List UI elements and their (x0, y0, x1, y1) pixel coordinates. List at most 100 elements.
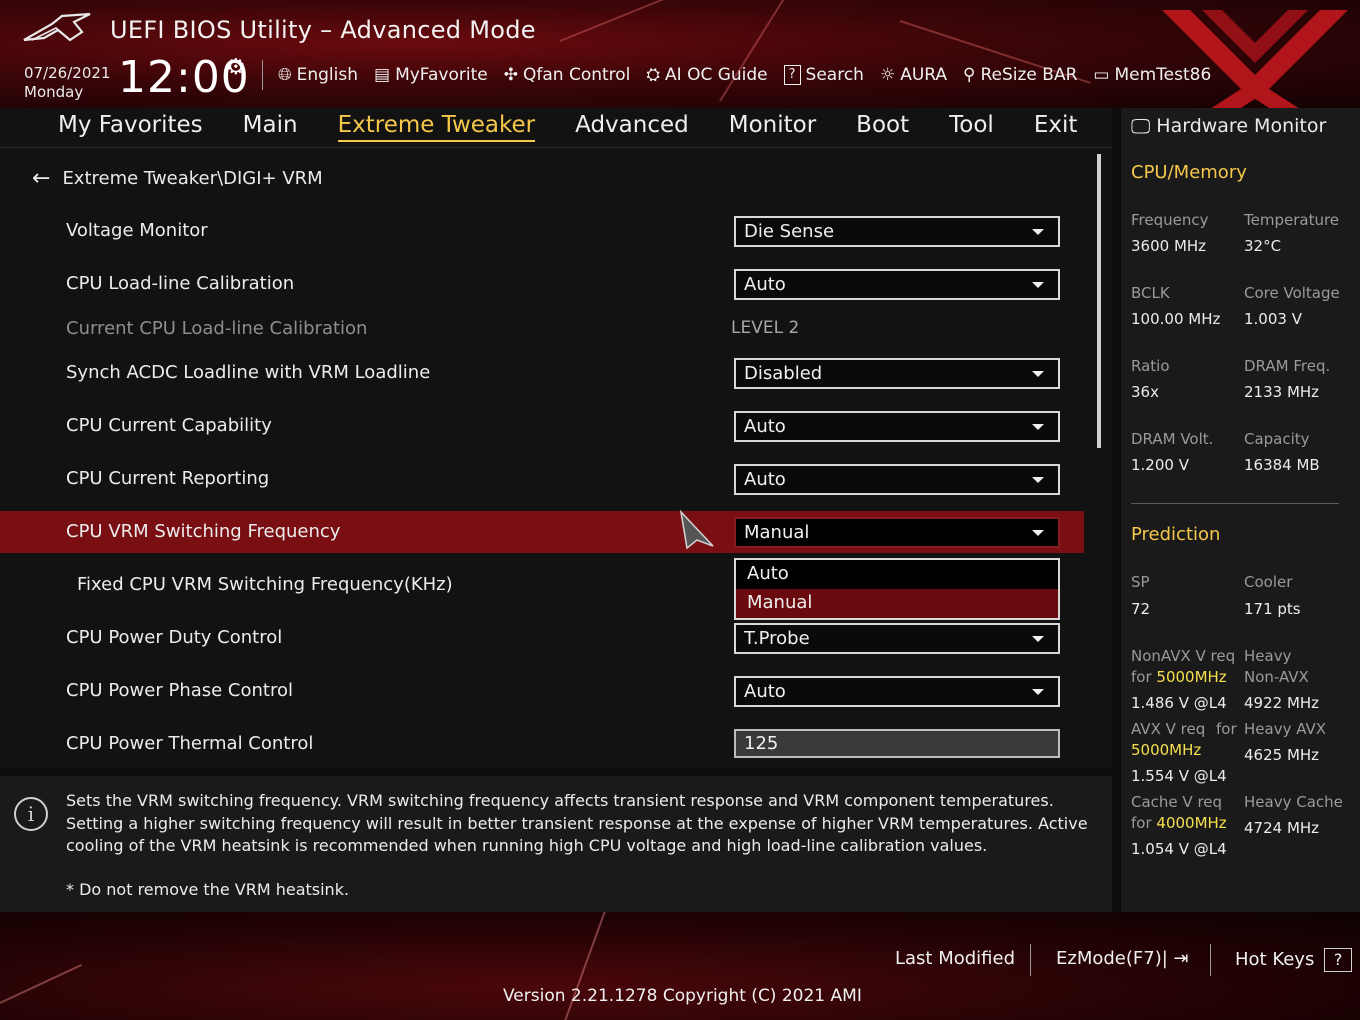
hw-freq-highlight: 5000MHz (1156, 668, 1227, 686)
day-text: Monday (24, 83, 84, 101)
tab-extreme-tweaker[interactable]: Extreme Tweaker (337, 112, 536, 142)
tool-label: MyFavorite (395, 65, 488, 85)
hw-value: 36x (1131, 383, 1159, 401)
date-display[interactable]: 07/26/2021 Monday (24, 64, 110, 102)
footer-bar: Last Modified EzMode(F7)| ⇥ Hot Keys ? V… (0, 912, 1360, 1020)
help-panel: i Sets the VRM switching frequency. VRM … (0, 776, 1112, 912)
caret-down-icon (1032, 371, 1044, 377)
hw-label: BCLK (1131, 284, 1170, 302)
hot-keys-button[interactable]: Hot Keys ? (1235, 948, 1353, 972)
cpu-current-reporting-select[interactable]: Auto (734, 464, 1060, 495)
hw-value: 171 pts (1244, 600, 1301, 618)
select-value: Die Sense (744, 221, 835, 242)
hw-label-for: for (1131, 668, 1152, 686)
info-icon: i (14, 797, 48, 831)
row-cpu-power-phase-control[interactable]: CPU Power Phase Control Auto (0, 670, 1084, 712)
row-voltage-monitor[interactable]: Voltage Monitor Die Sense (0, 210, 1084, 252)
tool-myfavorite[interactable]: ▤ MyFavorite (374, 65, 488, 85)
voltage-monitor-select[interactable]: Die Sense (734, 216, 1060, 247)
tool-label: Qfan Control (522, 65, 631, 85)
tool-ai-oc-guide[interactable]: ⛭ AI OC Guide (646, 65, 767, 85)
gear-icon[interactable]: ⚙ (226, 55, 246, 80)
hw-value: 16384 MB (1244, 456, 1320, 474)
hw-label: Frequency (1131, 211, 1209, 229)
caret-down-icon (1032, 424, 1044, 430)
row-label: CPU Current Capability (66, 415, 272, 436)
row-label: CPU Power Phase Control (66, 680, 293, 701)
tab-my-favorites[interactable]: My Favorites (58, 112, 203, 142)
tab-tool[interactable]: Tool (949, 112, 994, 142)
cpu-power-thermal-control-input[interactable]: 125 (734, 729, 1060, 758)
tab-monitor[interactable]: Monitor (729, 112, 816, 142)
help-note: * Do not remove the VRM heatsink. (66, 880, 350, 899)
hw-label: for (1216, 720, 1237, 738)
tool-label: AURA (900, 65, 948, 85)
row-cpu-power-duty-control[interactable]: CPU Power Duty Control T.Probe (0, 617, 1084, 659)
tool-search[interactable]: ? Search (783, 65, 864, 85)
tool-qfan-control[interactable]: ✣ Qfan Control (504, 65, 631, 85)
globe-icon: 🌐︎ (278, 65, 292, 85)
synch-acdc-select[interactable]: Disabled (734, 358, 1060, 389)
fan-icon: ✣ (503, 65, 518, 85)
tool-label: AI OC Guide (665, 65, 768, 85)
cpu-power-phase-control-select[interactable]: Auto (734, 676, 1060, 707)
tool-aura[interactable]: ☼ AURA (880, 65, 947, 85)
hardware-monitor-header: 🖵︎ Hardware Monitor (1131, 114, 1326, 138)
hw-value: 3600 MHz (1131, 237, 1207, 255)
hw-label: Heavy Cache (1244, 793, 1343, 811)
ai-oc-icon: ⛭ (646, 65, 661, 85)
row-cpu-current-capability[interactable]: CPU Current Capability Auto (0, 405, 1084, 447)
row-cpu-current-reporting[interactable]: CPU Current Reporting Auto (0, 458, 1084, 500)
prediction-section-title: Prediction (1131, 524, 1221, 545)
hardware-monitor-title: Hardware Monitor (1156, 115, 1327, 137)
readonly-value: LEVEL 2 (731, 318, 800, 338)
cpu-power-duty-control-select[interactable]: T.Probe (734, 623, 1060, 654)
resize-bar-icon: ⚲ (963, 65, 976, 85)
breadcrumb[interactable]: ← Extreme Tweaker\DIGI+ VRM (32, 166, 323, 191)
row-current-cpu-llc: Current CPU Load-line Calibration LEVEL … (0, 308, 1084, 350)
ezmode-button[interactable]: EzMode(F7)| ⇥ (1056, 948, 1189, 969)
rog-logo-icon (23, 12, 91, 42)
hw-label: Heavy (1244, 647, 1292, 665)
scrollbar[interactable] (1097, 154, 1101, 448)
tab-exit[interactable]: Exit (1034, 112, 1078, 142)
hw-freq-highlight: 4000MHz (1156, 814, 1227, 832)
hw-value: 100.00 MHz (1131, 310, 1221, 328)
tab-main[interactable]: Main (243, 112, 298, 142)
hw-freq-highlight: 5000MHz (1131, 741, 1202, 759)
hw-label: Cooler (1244, 573, 1293, 591)
aura-icon: ☼ (879, 65, 896, 85)
hw-value: 1.054 V @L4 (1131, 840, 1227, 858)
tab-boot[interactable]: Boot (856, 112, 909, 142)
select-value: Manual (744, 522, 810, 543)
header-bar: UEFI BIOS Utility – Advanced Mode 07/26/… (0, 0, 1360, 108)
back-arrow-icon[interactable]: ← (32, 166, 50, 191)
row-label: Voltage Monitor (66, 220, 208, 241)
dropdown-option-manual[interactable]: Manual (736, 589, 1058, 618)
hw-value: 1.486 V @L4 (1131, 694, 1227, 712)
last-modified-button[interactable]: Last Modified (895, 948, 1015, 969)
hw-label: for 5000MHz (1131, 668, 1227, 686)
page-title: UEFI BIOS Utility – Advanced Mode (110, 16, 536, 44)
date-text: 07/26/2021 (24, 64, 111, 82)
row-synch-acdc[interactable]: Synch ACDC Loadline with VRM Loadline Di… (0, 352, 1084, 394)
hw-value: 32°C (1244, 237, 1282, 255)
caret-down-icon (1032, 229, 1044, 235)
footer-divider (1030, 944, 1031, 976)
select-value: Auto (744, 274, 786, 295)
hw-label: Core Voltage (1244, 284, 1340, 302)
hw-value: 1.003 V (1244, 310, 1302, 328)
tool-english[interactable]: 🌐︎ English (278, 65, 358, 85)
cpu-vrm-switching-frequency-select[interactable]: Manual (734, 517, 1060, 548)
hw-label-for: for (1131, 814, 1152, 832)
dropdown-option-auto[interactable]: Auto (736, 560, 1058, 589)
hw-label: Non-AVX (1244, 668, 1309, 686)
row-cpu-vrm-switching-frequency[interactable]: CPU VRM Switching Frequency Manual (0, 511, 1084, 553)
tool-resize-bar[interactable]: ⚲ ReSize BAR (963, 65, 1077, 85)
row-cpu-power-thermal-control[interactable]: CPU Power Thermal Control 125 (0, 723, 1084, 765)
mouse-cursor-icon (679, 510, 714, 550)
tab-advanced[interactable]: Advanced (575, 112, 689, 142)
row-cpu-llc[interactable]: CPU Load-line Calibration Auto (0, 263, 1084, 305)
cpu-current-capability-select[interactable]: Auto (734, 411, 1060, 442)
cpu-llc-select[interactable]: Auto (734, 269, 1060, 300)
